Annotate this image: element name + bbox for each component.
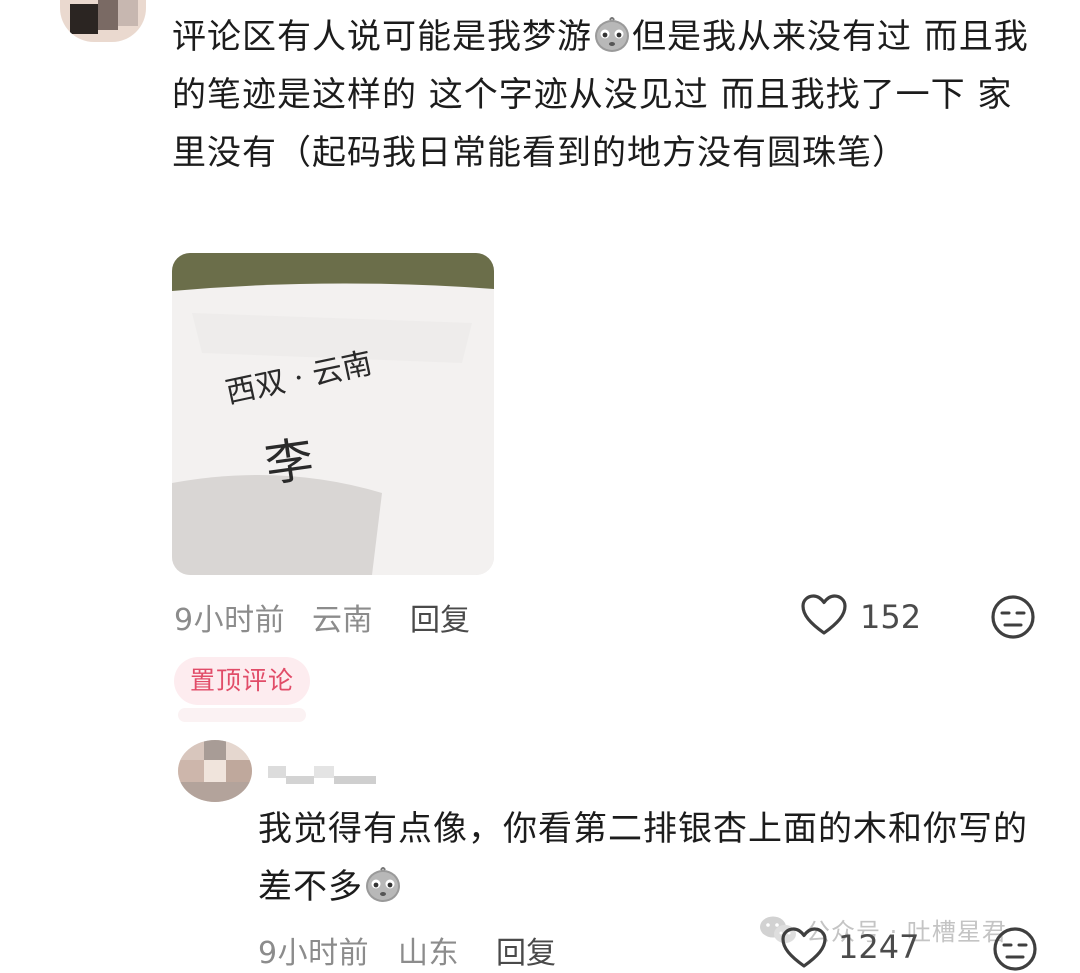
comment-photo[interactable]: 西双 · 云南 李 — [172, 253, 494, 575]
heart-outline-icon[interactable] — [780, 926, 828, 970]
reply-button[interactable]: 回复 — [410, 595, 470, 639]
comment-time: 9小时前 — [174, 603, 286, 638]
comment-text: 评论区有人说可能是我梦游 但是我从来没有过 而且我的笔迹是这样的 这个字迹从没见过… — [172, 8, 1032, 182]
badge-shadow — [178, 708, 306, 722]
neutral-face-icon[interactable] — [992, 926, 1038, 972]
heart-outline-icon[interactable] — [800, 593, 848, 637]
pinned-comment-badge: 置顶评论 — [174, 657, 310, 705]
like-count: 152 — [860, 598, 922, 636]
photo-handwriting-line2: 李 — [262, 431, 317, 493]
reply-text: 我觉得有点像，你看第二排银杏上面的木和你写的差不多 — [258, 809, 1028, 907]
neutral-face-icon[interactable] — [990, 594, 1036, 640]
avatar[interactable] — [60, 0, 146, 42]
crying-face-emoji-icon — [366, 867, 400, 902]
reply-avatar[interactable] — [178, 740, 252, 802]
comment-location: 云南 — [312, 603, 373, 638]
reply-username-blurred — [268, 760, 378, 786]
reply-button[interactable]: 回复 — [496, 928, 556, 972]
like-count: 1247 — [838, 928, 920, 966]
reply-time: 9小时前 — [258, 936, 370, 971]
crying-face-emoji-icon — [595, 17, 629, 52]
reply-location: 山东 — [398, 936, 459, 971]
